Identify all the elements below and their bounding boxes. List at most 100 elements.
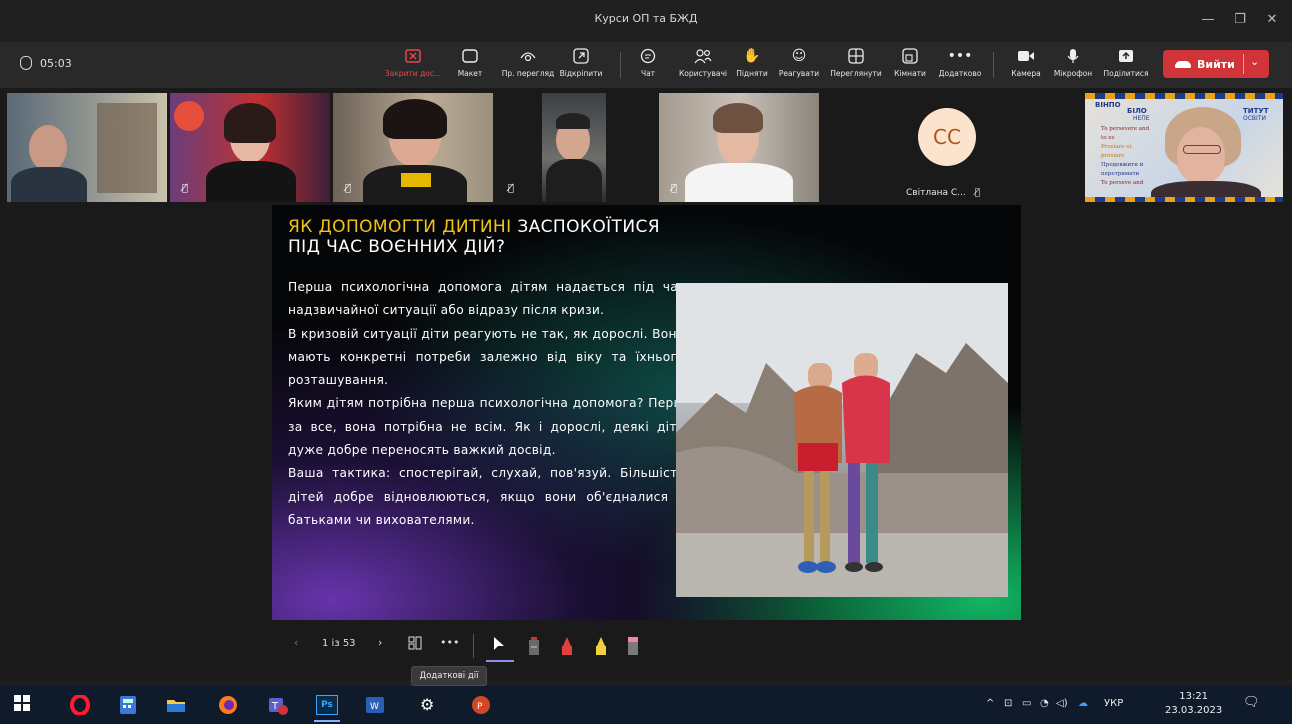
- participant-face: [29, 125, 67, 171]
- file-explorer-icon[interactable]: [166, 695, 186, 715]
- presenter-video[interactable]: ВІНПО БІЛО НЕПЕ ТИТУТ ОСВІТИ To persever…: [1085, 93, 1283, 202]
- mic-off-icon: 🎙̸: [671, 183, 678, 194]
- layout-button[interactable]: Макет: [454, 46, 486, 84]
- svg-text:T: T: [271, 701, 279, 712]
- next-slide-button[interactable]: ›: [378, 636, 382, 649]
- photoshop-icon[interactable]: Ps: [316, 695, 338, 715]
- participant-video-5[interactable]: 🎙̸: [659, 93, 819, 202]
- volume-icon[interactable]: ◁): [1056, 698, 1068, 709]
- rooms-button[interactable]: Кімнати: [890, 46, 930, 84]
- powerpoint-icon[interactable]: P: [470, 695, 490, 715]
- chevron-down-icon[interactable]: ⌄: [1250, 55, 1259, 68]
- camera-button[interactable]: Камера: [1006, 46, 1046, 84]
- highlighter-icon: [596, 637, 606, 655]
- presenter-banner-text: ВІНПО: [1095, 101, 1121, 109]
- onedrive-icon[interactable]: ☁: [1078, 698, 1088, 709]
- red-pen-tool[interactable]: [560, 636, 574, 659]
- participant-video-4[interactable]: 🎙̸: [496, 93, 656, 202]
- stop-sharing-button[interactable]: Закрити дос...: [381, 46, 445, 84]
- leave-label: Вийти: [1197, 57, 1235, 71]
- more-actions-button[interactable]: •••: [440, 636, 459, 649]
- rooms-icon: [900, 46, 920, 66]
- active-app-indicator: [314, 720, 340, 722]
- tray-chevron-icon[interactable]: ^: [986, 698, 994, 709]
- participant-avatar[interactable]: CC: [918, 108, 976, 166]
- pointer-tool[interactable]: [492, 636, 506, 655]
- preview-icon: [518, 46, 538, 66]
- meeting-timer: 05:03: [20, 56, 72, 70]
- notifications-icon[interactable]: 🗨: [1243, 695, 1260, 710]
- battery-icon[interactable]: ▭: [1022, 698, 1031, 709]
- react-button[interactable]: ☺ Реагувати: [776, 46, 822, 84]
- clock[interactable]: 13:21 23.03.2023: [1165, 690, 1222, 718]
- maximize-button[interactable]: ❐: [1230, 10, 1250, 30]
- participant-hair: [713, 103, 763, 133]
- mic-off-icon: 🎙̸: [182, 183, 189, 194]
- participant-video-2[interactable]: 🎙̸: [170, 93, 330, 202]
- participant-body: [11, 167, 87, 202]
- participant-collar: [401, 173, 431, 187]
- view-icon: [846, 46, 866, 66]
- language-indicator[interactable]: УКР: [1104, 698, 1123, 709]
- view-button[interactable]: Переглянути: [826, 46, 886, 84]
- wifi-icon[interactable]: ◔: [1040, 698, 1049, 709]
- settings-gear-icon[interactable]: ⚙: [420, 695, 440, 715]
- pink-eraser-tool[interactable]: [627, 636, 639, 659]
- teams-icon[interactable]: T: [266, 695, 288, 715]
- chat-icon: [638, 46, 658, 66]
- presenter-banner-text: НЕПЕ: [1133, 115, 1150, 122]
- background-decor: [174, 101, 204, 131]
- pointer-selected-indicator: [486, 660, 514, 662]
- slide-title-line2: ПІД ЧАС ВОЄННИХ ДІЙ?: [288, 237, 506, 257]
- participant-video-3[interactable]: 🎙̸: [333, 93, 493, 202]
- clock-time: 13:21: [1179, 691, 1209, 702]
- popout-button[interactable]: Відкріпити: [558, 46, 604, 84]
- mic-button[interactable]: Мікрофон: [1048, 46, 1098, 84]
- leave-button[interactable]: Вийти ⌄: [1163, 50, 1269, 78]
- tray-app-icon[interactable]: ⊡: [1004, 698, 1012, 709]
- eraser-tool[interactable]: [528, 636, 540, 659]
- more-button[interactable]: ••• Додатково: [936, 46, 984, 84]
- close-button[interactable]: ✕: [1262, 10, 1282, 30]
- controls-divider: [473, 634, 474, 658]
- opera-icon[interactable]: [70, 694, 90, 716]
- glasses-icon: [1183, 145, 1221, 154]
- more-icon: •••: [947, 48, 973, 64]
- people-icon: [693, 46, 713, 66]
- popout-icon: [571, 46, 591, 66]
- chat-button[interactable]: Чат: [636, 46, 660, 84]
- presenter-banner-text: ТИТУТ: [1243, 107, 1269, 115]
- slide-title: ЯК ДОПОМОГТИ ДИТИНІ ЗАСПОКОЇТИСЯ ПІД ЧАС…: [288, 217, 660, 257]
- window-title: Курси ОП та БЖД: [594, 12, 698, 25]
- background-door: [97, 103, 157, 193]
- participant-body: [546, 159, 602, 202]
- slides-grid-button[interactable]: [408, 636, 422, 653]
- participant-body: [206, 161, 296, 202]
- minimize-button[interactable]: —: [1198, 10, 1218, 30]
- people-button[interactable]: Користувачі: [672, 46, 734, 84]
- raise-hand-icon: ✋: [743, 48, 761, 64]
- participant-hair: [556, 113, 590, 129]
- highlighter-tool[interactable]: [594, 636, 608, 659]
- slide-photo: [676, 283, 1008, 597]
- toolbar-divider: [993, 52, 994, 78]
- preview-button[interactable]: Пр. перегляд: [496, 46, 560, 84]
- slide-paragraph: В кризовій ситуації діти реагують не так…: [288, 326, 685, 388]
- participant-name: Світлана С... 🎙̸: [906, 188, 981, 198]
- participant-hair: [224, 103, 276, 143]
- windows-start-icon[interactable]: [14, 695, 34, 715]
- share-button[interactable]: Поділитися: [1100, 46, 1152, 84]
- calculator-icon[interactable]: [118, 695, 138, 715]
- react-icon: ☺: [791, 48, 807, 64]
- raise-hand-button[interactable]: ✋ Підняти: [734, 46, 770, 84]
- word-icon[interactable]: W: [364, 695, 384, 715]
- layout-icon: [460, 46, 480, 66]
- grid-icon: [408, 636, 422, 650]
- windows-taskbar: T Ps W ⚙ P ^ ⊡ ▭ ◔ ◁) ☁ УКР 13:21 23.03.…: [0, 686, 1292, 724]
- mic-off-icon: 🎙̸: [345, 183, 352, 194]
- previous-slide-button[interactable]: ‹: [294, 636, 298, 649]
- slide-paragraph: Яким дітям потрібна перша психологічна д…: [288, 396, 685, 458]
- participant-video-1[interactable]: [7, 93, 167, 202]
- more-actions-tooltip: Додаткові дії: [411, 666, 487, 686]
- firefox-icon[interactable]: [218, 695, 238, 715]
